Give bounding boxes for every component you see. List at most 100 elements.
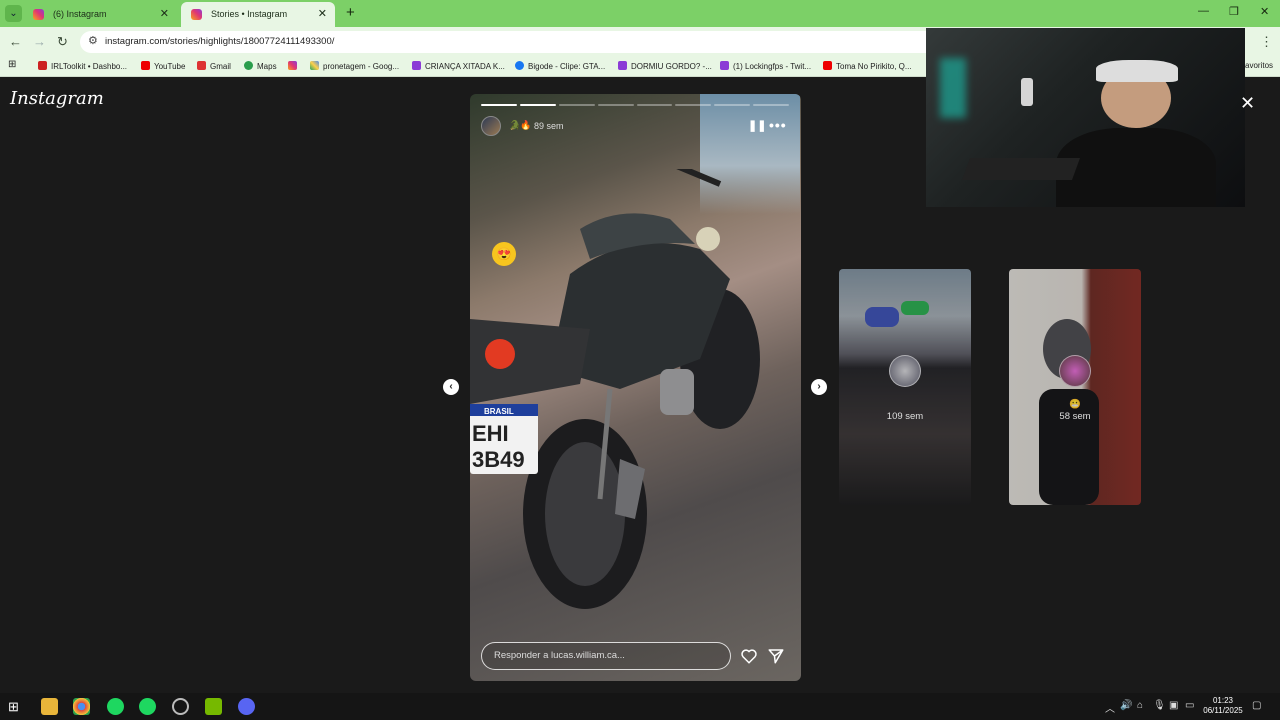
preview-time: 58 sem — [1059, 411, 1091, 422]
keyboard — [961, 158, 1081, 180]
close-tab-icon[interactable]: ✕ — [160, 2, 169, 27]
cup — [1021, 78, 1033, 106]
webcam-overlay — [926, 28, 1245, 207]
preview-avatar — [1059, 355, 1091, 387]
progress-segment — [636, 104, 673, 106]
close-tab-icon[interactable]: ✕ — [318, 2, 327, 27]
start-icon[interactable]: ⊞ — [8, 698, 25, 715]
notifications-icon[interactable]: ▢ — [1252, 700, 1261, 711]
maps-icon — [244, 61, 253, 70]
reload-icon[interactable]: ↻ — [57, 34, 68, 50]
close-window-icon[interactable]: ✕ — [1260, 5, 1269, 18]
obs-icon[interactable] — [172, 698, 189, 715]
bookmark-lockingfps[interactable]: (1) Lockingfps - Twit... — [720, 61, 811, 71]
tail-light — [485, 339, 515, 369]
bookmark-instagram[interactable] — [288, 61, 301, 71]
progress-segment — [558, 104, 595, 106]
car-graphic — [865, 307, 899, 327]
plate-line1: EHI — [472, 421, 509, 446]
heart-icon[interactable] — [740, 647, 758, 665]
story-avatar[interactable] — [481, 116, 501, 136]
minimize-icon[interactable]: — — [1198, 5, 1209, 17]
tray-chevron-icon[interactable]: ︿ — [1105, 700, 1115, 715]
bookmark-pronetagem[interactable]: pronetagem - Goog... — [310, 61, 399, 71]
bookmark-maps[interactable]: Maps — [244, 61, 277, 71]
bookmark-youtube[interactable]: YouTube — [141, 61, 185, 71]
bookmark-favorites[interactable]: avoritos — [1245, 61, 1273, 70]
tab-stories[interactable]: Stories • Instagram ✕ — [181, 2, 335, 27]
preview-emoji: 😬 — [1069, 399, 1081, 410]
cap — [1096, 60, 1178, 82]
clock-date: 06/11/2025 — [1203, 706, 1243, 715]
header-emojis: 🐊🔥 — [509, 120, 532, 130]
instagram-icon — [191, 9, 202, 20]
instagram-icon — [288, 61, 297, 70]
bookmark-toma[interactable]: Toma No Pirikito, Q... — [823, 61, 912, 71]
gmail-icon — [197, 61, 206, 70]
menu-icon[interactable]: ⋮ — [1260, 34, 1273, 50]
bookmark-gmail[interactable]: Gmail — [197, 61, 231, 71]
story-viewer[interactable]: BRASIL EHI 3B49 🐊🔥 89 sem ❚❚ ••• 😍 Respo… — [470, 94, 801, 681]
progress-segment — [519, 104, 556, 106]
share-path — [768, 649, 784, 664]
twitch-icon — [618, 61, 627, 70]
bookmark-irltoolkit[interactable]: IRLToolkit • Dashbo... — [38, 61, 127, 71]
tab-search-icon[interactable]: ⌄ — [5, 5, 22, 22]
send-app-icon[interactable] — [139, 698, 156, 715]
progress-segment — [714, 104, 751, 106]
progress-segment — [597, 104, 634, 106]
bookmark-crianca[interactable]: CRIANÇA XITADA K... — [412, 61, 505, 71]
instagram-logo[interactable]: Instagram — [10, 88, 104, 109]
car-graphic — [901, 301, 929, 315]
clock-time: 01:23 — [1212, 696, 1234, 705]
monitor-icon[interactable]: ▭ — [1185, 700, 1194, 711]
drive-icon — [310, 61, 319, 70]
back-icon[interactable]: ← — [9, 34, 22, 49]
story-preview-2[interactable]: 😬 58 sem — [1009, 269, 1141, 505]
progress-segment — [675, 104, 712, 106]
instagram-icon — [33, 9, 44, 20]
site-info-icon[interactable]: ⚙ — [88, 34, 98, 47]
microphone-icon[interactable]: 🎙 — [1153, 700, 1166, 711]
heart-path — [741, 649, 757, 664]
display-icon[interactable]: ▣ — [1169, 700, 1178, 711]
volume-icon[interactable]: 🔊 — [1120, 700, 1132, 711]
story-preview-1[interactable]: 109 sem — [839, 269, 971, 505]
network-icon[interactable]: ⌂ — [1137, 700, 1143, 711]
irltoolkit-icon — [38, 61, 47, 70]
discord-icon[interactable] — [238, 698, 255, 715]
tab-title: (6) Instagram — [53, 9, 107, 19]
engine — [660, 369, 694, 415]
nvidia-icon[interactable] — [205, 698, 222, 715]
reply-input[interactable]: Responder a lucas.william.ca... — [481, 642, 731, 670]
motorcycle-image: BRASIL EHI 3B49 — [470, 169, 760, 609]
previous-story-button[interactable]: ‹ — [443, 379, 459, 395]
bookmark-dormiu[interactable]: DORMIU GORDO? -... — [618, 61, 712, 71]
file-explorer-icon[interactable] — [41, 698, 58, 715]
headlight — [696, 227, 720, 251]
apps-icon[interactable]: ⊞ — [8, 59, 16, 70]
plate-country: BRASIL — [484, 407, 514, 416]
chrome-icon[interactable] — [73, 698, 90, 715]
handlebar — [676, 169, 722, 187]
progress-segment — [753, 104, 789, 106]
heart-eyes-sticker: 😍 — [492, 242, 516, 266]
close-stories-icon[interactable]: ✕ — [1240, 93, 1255, 114]
more-options-icon[interactable]: ••• — [769, 117, 787, 133]
new-tab-icon[interactable]: + — [346, 4, 355, 21]
forward-icon[interactable]: → — [33, 34, 46, 49]
plate-line2: 3B49 — [472, 447, 525, 472]
share-icon[interactable] — [767, 647, 785, 665]
next-story-button[interactable]: › — [811, 379, 827, 395]
spotify-icon[interactable] — [107, 698, 124, 715]
taskbar: ⊞ ︿ 🔊 ⌂ 🎙 ▣ ▭ 01:23 06/11/2025 ▢ — [0, 693, 1280, 720]
preview-avatar — [889, 355, 921, 387]
story-progress-bar — [481, 104, 789, 106]
restore-icon[interactable]: ❐ — [1229, 5, 1239, 18]
story-time: 89 sem — [534, 121, 564, 131]
bookmark-bigode[interactable]: Bigode - Clipe: GTA... — [515, 61, 605, 71]
pause-icon[interactable]: ❚❚ — [748, 119, 766, 132]
clock[interactable]: 01:23 06/11/2025 — [1199, 696, 1247, 716]
tab-instagram[interactable]: (6) Instagram ✕ — [23, 2, 177, 27]
url-text: instagram.com/stories/highlights/1800772… — [105, 36, 335, 47]
